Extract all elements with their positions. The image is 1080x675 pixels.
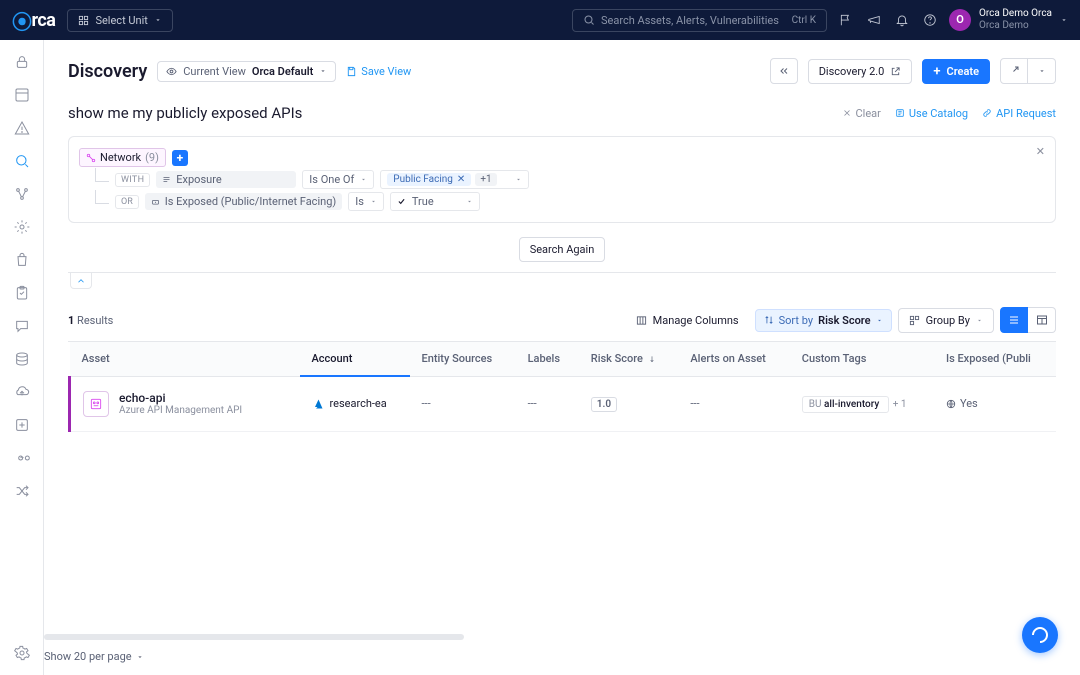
col-is-exposed[interactable]: Is Exposed (Publi xyxy=(934,342,1056,376)
results-toolbar: 1 Results Manage Columns Sort by Risk Sc… xyxy=(68,289,1056,341)
left-sidebar xyxy=(0,40,44,675)
risk-score-badge: 1.0 xyxy=(591,397,617,412)
bell-icon[interactable] xyxy=(895,13,909,27)
page-title: Discovery xyxy=(68,61,147,82)
results-table: Asset Account Entity Sources Labels Risk… xyxy=(68,341,1056,432)
page-header: Discovery Current View Orca Default Save… xyxy=(68,40,1056,96)
filters-panel: ✕ Network (9) + WITH Exposure Is One Of xyxy=(68,136,1056,223)
account-cell: research-ea xyxy=(312,397,398,410)
chat-icon[interactable] xyxy=(14,318,30,334)
exposed-cell: Yes xyxy=(946,397,1044,410)
filter-value-true[interactable]: True xyxy=(390,192,480,211)
manage-columns-button[interactable]: Manage Columns xyxy=(626,309,749,332)
clear-button[interactable]: Clear xyxy=(842,107,881,120)
query-text: show me my publicly exposed APIs xyxy=(68,104,302,122)
list-view-button[interactable] xyxy=(1000,307,1028,333)
top-nav: ⦿rca Select Unit Search Assets, Alerts, … xyxy=(0,0,1080,40)
or-connector: OR xyxy=(115,195,139,209)
current-view-selector[interactable]: Current View Orca Default xyxy=(157,61,336,82)
orca-icon xyxy=(1029,624,1052,647)
custom-tag-chip[interactable]: BU all-inventory xyxy=(802,396,889,413)
view-mode-toggle xyxy=(1000,307,1056,333)
add-box-icon[interactable] xyxy=(14,417,30,433)
api-icon xyxy=(83,391,109,417)
results-count: 1 Results xyxy=(68,314,113,327)
user-org: Orca Demo xyxy=(979,20,1052,32)
filter-field-isexposed[interactable]: Is Exposed (Public/Internet Facing) xyxy=(145,193,342,210)
discovery-2-button[interactable]: Discovery 2.0 xyxy=(808,59,913,84)
collapse-left-button[interactable] xyxy=(770,58,798,84)
with-connector: WITH xyxy=(115,173,150,187)
graph-icon[interactable] xyxy=(14,186,30,202)
settings-icon[interactable] xyxy=(14,219,30,235)
search-again-button[interactable]: Search Again xyxy=(519,237,606,262)
unit-label: Select Unit xyxy=(95,14,147,27)
page-size-selector[interactable]: Show 20 per page xyxy=(44,644,1056,669)
api-request-button[interactable]: API Request xyxy=(982,107,1056,120)
alert-icon[interactable] xyxy=(14,120,30,136)
cloud-icon[interactable] xyxy=(14,384,30,400)
megaphone-icon[interactable] xyxy=(867,13,881,27)
search-kbd: Ctrl K xyxy=(792,15,816,26)
table-row[interactable]: echo-api Azure API Management API resear… xyxy=(70,376,1057,431)
col-risk-score[interactable]: Risk Score xyxy=(579,342,679,376)
infinity-icon[interactable] xyxy=(14,450,30,466)
col-custom-tags[interactable]: Custom Tags xyxy=(790,342,934,376)
user-name: Orca Demo Orca xyxy=(979,8,1052,20)
table-header-row: Asset Account Entity Sources Labels Risk… xyxy=(70,342,1057,376)
close-filters-icon[interactable]: ✕ xyxy=(1036,145,1045,158)
horizontal-scrollbar[interactable] xyxy=(44,634,464,640)
save-view-button[interactable]: Save View xyxy=(346,65,411,78)
col-alerts[interactable]: Alerts on Asset xyxy=(678,342,789,376)
clipboard-icon[interactable] xyxy=(14,285,30,301)
col-entity-sources[interactable]: Entity Sources xyxy=(410,342,516,376)
filter-field-exposure[interactable]: Exposure xyxy=(156,171,296,188)
export-dropdown[interactable] xyxy=(1028,58,1056,84)
shuffle-icon[interactable] xyxy=(14,483,30,499)
asset-subtype: Azure API Management API xyxy=(119,405,242,416)
export-button[interactable] xyxy=(1000,58,1028,84)
gear-icon[interactable] xyxy=(14,645,30,661)
dashboard-icon[interactable] xyxy=(14,87,30,103)
filter-op-is[interactable]: Is xyxy=(348,192,384,211)
search-placeholder: Search Assets, Alerts, Vulnerabilities xyxy=(601,14,779,27)
search-icon[interactable] xyxy=(14,153,30,169)
database-icon[interactable] xyxy=(14,351,30,367)
global-search[interactable]: Search Assets, Alerts, Vulnerabilities C… xyxy=(572,9,827,32)
azure-icon xyxy=(312,398,324,410)
collapse-filters-toggle[interactable] xyxy=(70,273,92,289)
avatar: O xyxy=(949,9,971,31)
logo[interactable]: ⦿rca xyxy=(12,6,55,35)
add-filter-button[interactable]: + xyxy=(172,150,188,166)
filter-value-dropdown[interactable]: Public Facing ✕ +1 xyxy=(380,170,528,189)
sort-by-selector[interactable]: Sort by Risk Score xyxy=(755,309,892,332)
filter-value-public-facing[interactable]: Public Facing ✕ xyxy=(387,173,471,186)
shopping-icon[interactable] xyxy=(14,252,30,268)
col-labels[interactable]: Labels xyxy=(516,342,579,376)
flag-icon[interactable] xyxy=(839,13,853,27)
group-by-selector[interactable]: Group By xyxy=(898,308,994,333)
use-catalog-button[interactable]: Use Catalog xyxy=(895,107,968,120)
panel-view-button[interactable] xyxy=(1028,307,1056,333)
query-row: show me my publicly exposed APIs Clear U… xyxy=(68,96,1056,136)
help-icon[interactable] xyxy=(923,13,937,27)
create-button[interactable]: + Create xyxy=(922,59,990,84)
lock-icon[interactable] xyxy=(14,54,30,70)
col-asset[interactable]: Asset xyxy=(70,342,300,376)
asset-name: echo-api xyxy=(119,391,242,405)
main-content: Discovery Current View Orca Default Save… xyxy=(44,40,1080,675)
col-account[interactable]: Account xyxy=(300,342,410,376)
filter-op-isoneof[interactable]: Is One Of xyxy=(302,170,374,189)
help-fab[interactable] xyxy=(1022,617,1058,653)
entity-filter-chip[interactable]: Network (9) xyxy=(79,148,166,167)
user-menu[interactable]: O Orca Demo Orca Orca Demo xyxy=(949,8,1068,32)
unit-selector[interactable]: Select Unit xyxy=(67,9,172,32)
nav-icons xyxy=(839,13,937,27)
